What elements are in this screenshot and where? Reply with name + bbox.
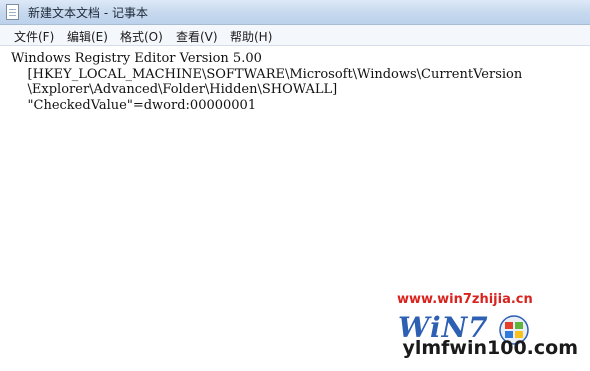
- menu-file[interactable]: 文件(F): [14, 28, 54, 45]
- watermark-brand: ylmfwin100.com: [402, 337, 578, 359]
- title-bar[interactable]: 新建文本文档 - 记事本: [0, 0, 590, 25]
- menu-help[interactable]: 帮助(H): [230, 28, 272, 45]
- menu-view[interactable]: 查看(V): [176, 28, 218, 45]
- editor-content[interactable]: Windows Registry Editor Version 5.00 [HK…: [11, 51, 522, 114]
- menu-edit[interactable]: 编辑(E): [67, 28, 108, 45]
- watermark-url: www.win7zhijia.cn: [397, 292, 533, 307]
- notepad-window: 新建文本文档 - 记事本 文件(F) 编辑(E) 格式(O) 查看(V) 帮助(…: [0, 0, 590, 371]
- menu-bar: 文件(F) 编辑(E) 格式(O) 查看(V) 帮助(H): [0, 25, 590, 46]
- watermark-logo: WiN7 ylmfwin100.com: [398, 309, 578, 367]
- notepad-icon: [6, 4, 19, 20]
- window-title: 新建文本文档 - 记事本: [28, 6, 148, 20]
- menu-format[interactable]: 格式(O): [120, 28, 163, 45]
